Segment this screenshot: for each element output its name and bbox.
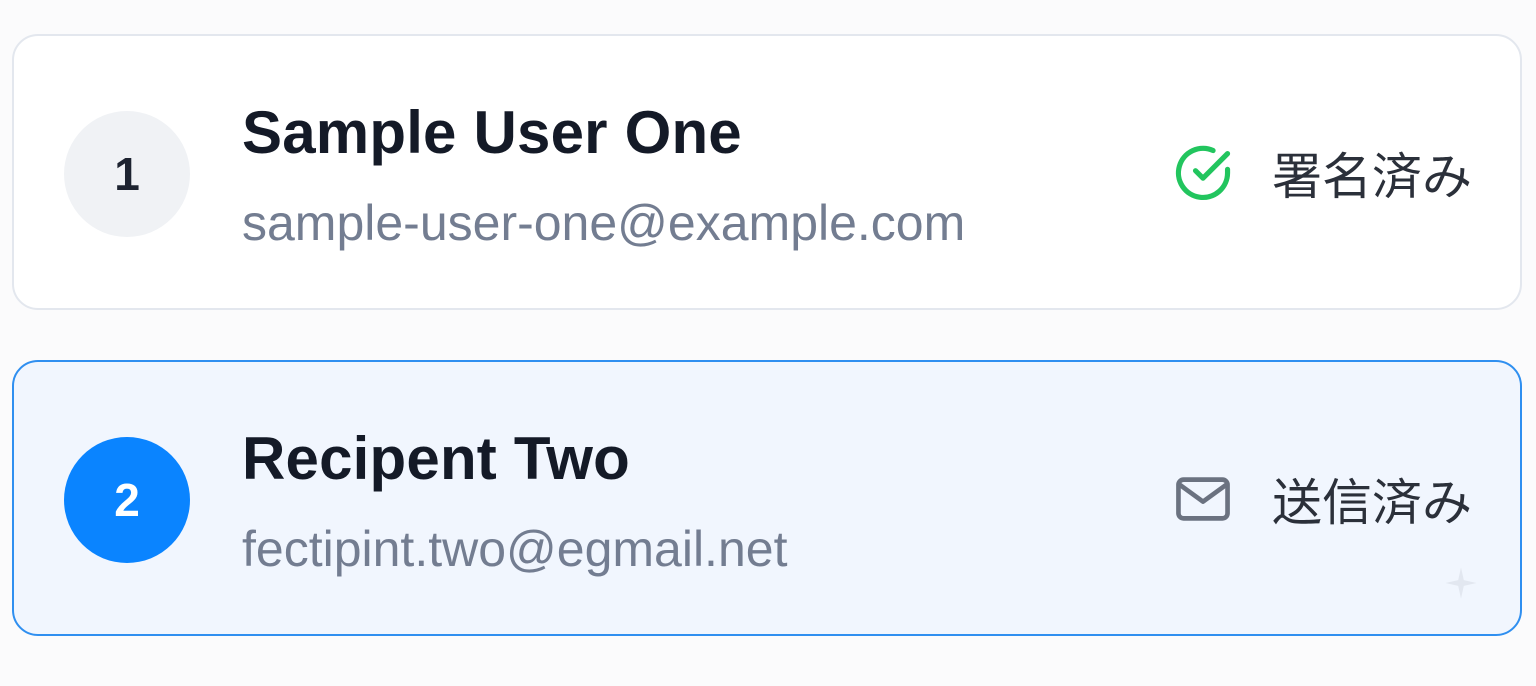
signer-card-2[interactable]: 2 Recipent Two fectipint.two@egmail.net …: [12, 360, 1522, 636]
status-label: 送信済み: [1272, 474, 1472, 532]
signer-status: 署名済み: [1172, 140, 1472, 206]
check-circle-icon: [1172, 142, 1234, 204]
step-number-badge: 1: [64, 111, 190, 237]
signer-email: sample-user-one@example.com: [242, 195, 966, 251]
signer-status: 送信済み: [1172, 466, 1472, 532]
signer-list: 1 Sample User One sample-user-one@exampl…: [12, 34, 1522, 686]
status-label: 署名済み: [1272, 148, 1472, 206]
signer-email: fectipint.two@egmail.net: [242, 521, 788, 577]
signer-card-1[interactable]: 1 Sample User One sample-user-one@exampl…: [12, 34, 1522, 310]
sparkle-icon: [1445, 567, 1477, 599]
mail-icon: [1172, 468, 1234, 530]
step-number-badge: 2: [64, 437, 190, 563]
signer-name: Recipent Two: [242, 425, 630, 492]
signer-name: Sample User One: [242, 99, 742, 166]
